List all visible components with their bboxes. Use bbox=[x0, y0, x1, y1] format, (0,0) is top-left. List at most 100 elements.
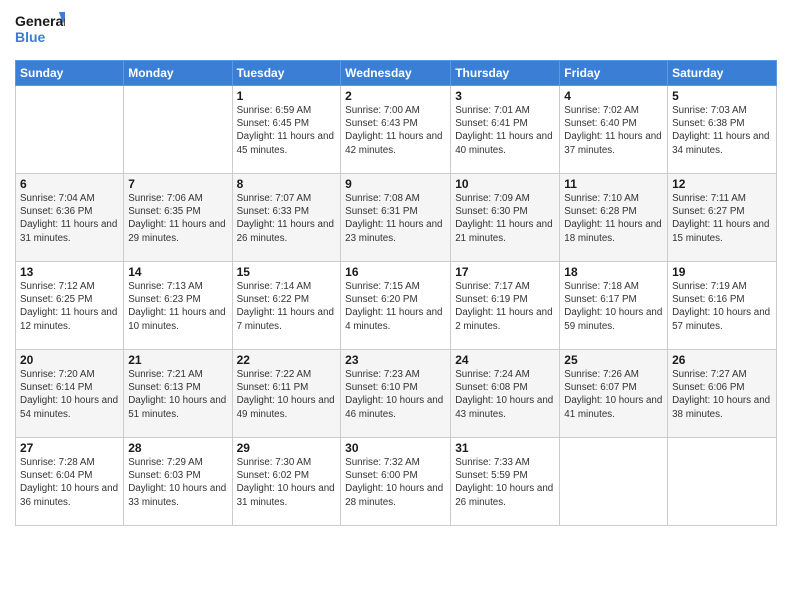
calendar-cell: 4Sunrise: 7:02 AM Sunset: 6:40 PM Daylig… bbox=[560, 86, 668, 174]
day-info: Sunrise: 7:00 AM Sunset: 6:43 PM Dayligh… bbox=[345, 104, 446, 157]
day-number: 5 bbox=[672, 89, 772, 103]
day-info: Sunrise: 6:59 AM Sunset: 6:45 PM Dayligh… bbox=[237, 104, 337, 157]
day-info: Sunrise: 7:12 AM Sunset: 6:25 PM Dayligh… bbox=[20, 280, 119, 333]
day-number: 4 bbox=[564, 89, 663, 103]
day-info: Sunrise: 7:10 AM Sunset: 6:28 PM Dayligh… bbox=[564, 192, 663, 245]
calendar-cell: 20Sunrise: 7:20 AM Sunset: 6:14 PM Dayli… bbox=[16, 350, 124, 438]
day-number: 30 bbox=[345, 441, 446, 455]
day-info: Sunrise: 7:17 AM Sunset: 6:19 PM Dayligh… bbox=[455, 280, 555, 333]
day-info: Sunrise: 7:24 AM Sunset: 6:08 PM Dayligh… bbox=[455, 368, 555, 421]
day-info: Sunrise: 7:26 AM Sunset: 6:07 PM Dayligh… bbox=[564, 368, 663, 421]
day-number: 27 bbox=[20, 441, 119, 455]
day-info: Sunrise: 7:33 AM Sunset: 5:59 PM Dayligh… bbox=[455, 456, 555, 509]
day-number: 26 bbox=[672, 353, 772, 367]
svg-text:Blue: Blue bbox=[15, 29, 46, 45]
day-number: 1 bbox=[237, 89, 337, 103]
day-info: Sunrise: 7:32 AM Sunset: 6:00 PM Dayligh… bbox=[345, 456, 446, 509]
day-number: 13 bbox=[20, 265, 119, 279]
calendar-cell: 3Sunrise: 7:01 AM Sunset: 6:41 PM Daylig… bbox=[451, 86, 560, 174]
day-number: 11 bbox=[564, 177, 663, 191]
calendar-cell: 28Sunrise: 7:29 AM Sunset: 6:03 PM Dayli… bbox=[124, 438, 232, 526]
day-info: Sunrise: 7:14 AM Sunset: 6:22 PM Dayligh… bbox=[237, 280, 337, 333]
day-info: Sunrise: 7:11 AM Sunset: 6:27 PM Dayligh… bbox=[672, 192, 772, 245]
calendar-cell: 6Sunrise: 7:04 AM Sunset: 6:36 PM Daylig… bbox=[16, 174, 124, 262]
calendar-cell: 12Sunrise: 7:11 AM Sunset: 6:27 PM Dayli… bbox=[668, 174, 777, 262]
day-info: Sunrise: 7:01 AM Sunset: 6:41 PM Dayligh… bbox=[455, 104, 555, 157]
day-number: 16 bbox=[345, 265, 446, 279]
calendar-cell bbox=[668, 438, 777, 526]
calendar-cell: 7Sunrise: 7:06 AM Sunset: 6:35 PM Daylig… bbox=[124, 174, 232, 262]
day-info: Sunrise: 7:03 AM Sunset: 6:38 PM Dayligh… bbox=[672, 104, 772, 157]
header-day-friday: Friday bbox=[560, 61, 668, 86]
header: General Blue bbox=[15, 10, 777, 52]
header-day-thursday: Thursday bbox=[451, 61, 560, 86]
calendar-cell: 27Sunrise: 7:28 AM Sunset: 6:04 PM Dayli… bbox=[16, 438, 124, 526]
calendar-cell: 31Sunrise: 7:33 AM Sunset: 5:59 PM Dayli… bbox=[451, 438, 560, 526]
day-number: 20 bbox=[20, 353, 119, 367]
day-number: 21 bbox=[128, 353, 227, 367]
week-row-5: 27Sunrise: 7:28 AM Sunset: 6:04 PM Dayli… bbox=[16, 438, 777, 526]
logo: General Blue bbox=[15, 10, 65, 52]
week-row-3: 13Sunrise: 7:12 AM Sunset: 6:25 PM Dayli… bbox=[16, 262, 777, 350]
day-info: Sunrise: 7:07 AM Sunset: 6:33 PM Dayligh… bbox=[237, 192, 337, 245]
page: General Blue SundayMondayTuesdayWednesda… bbox=[0, 0, 792, 612]
header-day-tuesday: Tuesday bbox=[232, 61, 341, 86]
day-number: 18 bbox=[564, 265, 663, 279]
svg-text:General: General bbox=[15, 13, 65, 29]
day-number: 23 bbox=[345, 353, 446, 367]
day-number: 8 bbox=[237, 177, 337, 191]
day-info: Sunrise: 7:02 AM Sunset: 6:40 PM Dayligh… bbox=[564, 104, 663, 157]
calendar-cell: 30Sunrise: 7:32 AM Sunset: 6:00 PM Dayli… bbox=[341, 438, 451, 526]
day-number: 14 bbox=[128, 265, 227, 279]
calendar-cell: 19Sunrise: 7:19 AM Sunset: 6:16 PM Dayli… bbox=[668, 262, 777, 350]
day-number: 15 bbox=[237, 265, 337, 279]
calendar-cell: 5Sunrise: 7:03 AM Sunset: 6:38 PM Daylig… bbox=[668, 86, 777, 174]
header-row: SundayMondayTuesdayWednesdayThursdayFrid… bbox=[16, 61, 777, 86]
calendar-cell: 15Sunrise: 7:14 AM Sunset: 6:22 PM Dayli… bbox=[232, 262, 341, 350]
day-info: Sunrise: 7:08 AM Sunset: 6:31 PM Dayligh… bbox=[345, 192, 446, 245]
day-number: 24 bbox=[455, 353, 555, 367]
day-info: Sunrise: 7:06 AM Sunset: 6:35 PM Dayligh… bbox=[128, 192, 227, 245]
day-info: Sunrise: 7:30 AM Sunset: 6:02 PM Dayligh… bbox=[237, 456, 337, 509]
week-row-4: 20Sunrise: 7:20 AM Sunset: 6:14 PM Dayli… bbox=[16, 350, 777, 438]
calendar-cell: 9Sunrise: 7:08 AM Sunset: 6:31 PM Daylig… bbox=[341, 174, 451, 262]
calendar-cell: 8Sunrise: 7:07 AM Sunset: 6:33 PM Daylig… bbox=[232, 174, 341, 262]
day-number: 12 bbox=[672, 177, 772, 191]
calendar-cell: 1Sunrise: 6:59 AM Sunset: 6:45 PM Daylig… bbox=[232, 86, 341, 174]
calendar-cell: 29Sunrise: 7:30 AM Sunset: 6:02 PM Dayli… bbox=[232, 438, 341, 526]
header-day-saturday: Saturday bbox=[668, 61, 777, 86]
calendar-cell: 10Sunrise: 7:09 AM Sunset: 6:30 PM Dayli… bbox=[451, 174, 560, 262]
calendar-cell: 17Sunrise: 7:17 AM Sunset: 6:19 PM Dayli… bbox=[451, 262, 560, 350]
calendar-cell bbox=[560, 438, 668, 526]
week-row-1: 1Sunrise: 6:59 AM Sunset: 6:45 PM Daylig… bbox=[16, 86, 777, 174]
calendar-cell bbox=[16, 86, 124, 174]
calendar-cell: 23Sunrise: 7:23 AM Sunset: 6:10 PM Dayli… bbox=[341, 350, 451, 438]
calendar-cell: 16Sunrise: 7:15 AM Sunset: 6:20 PM Dayli… bbox=[341, 262, 451, 350]
day-number: 17 bbox=[455, 265, 555, 279]
day-number: 22 bbox=[237, 353, 337, 367]
header-day-wednesday: Wednesday bbox=[341, 61, 451, 86]
day-number: 2 bbox=[345, 89, 446, 103]
week-row-2: 6Sunrise: 7:04 AM Sunset: 6:36 PM Daylig… bbox=[16, 174, 777, 262]
calendar-cell: 18Sunrise: 7:18 AM Sunset: 6:17 PM Dayli… bbox=[560, 262, 668, 350]
day-number: 7 bbox=[128, 177, 227, 191]
logo-svg: General Blue bbox=[15, 10, 65, 52]
day-number: 25 bbox=[564, 353, 663, 367]
calendar: SundayMondayTuesdayWednesdayThursdayFrid… bbox=[15, 60, 777, 526]
calendar-cell: 2Sunrise: 7:00 AM Sunset: 6:43 PM Daylig… bbox=[341, 86, 451, 174]
day-info: Sunrise: 7:13 AM Sunset: 6:23 PM Dayligh… bbox=[128, 280, 227, 333]
day-info: Sunrise: 7:19 AM Sunset: 6:16 PM Dayligh… bbox=[672, 280, 772, 333]
calendar-cell: 26Sunrise: 7:27 AM Sunset: 6:06 PM Dayli… bbox=[668, 350, 777, 438]
day-info: Sunrise: 7:04 AM Sunset: 6:36 PM Dayligh… bbox=[20, 192, 119, 245]
calendar-cell: 11Sunrise: 7:10 AM Sunset: 6:28 PM Dayli… bbox=[560, 174, 668, 262]
day-number: 29 bbox=[237, 441, 337, 455]
day-info: Sunrise: 7:29 AM Sunset: 6:03 PM Dayligh… bbox=[128, 456, 227, 509]
calendar-cell: 14Sunrise: 7:13 AM Sunset: 6:23 PM Dayli… bbox=[124, 262, 232, 350]
day-info: Sunrise: 7:15 AM Sunset: 6:20 PM Dayligh… bbox=[345, 280, 446, 333]
day-info: Sunrise: 7:22 AM Sunset: 6:11 PM Dayligh… bbox=[237, 368, 337, 421]
header-day-monday: Monday bbox=[124, 61, 232, 86]
day-info: Sunrise: 7:18 AM Sunset: 6:17 PM Dayligh… bbox=[564, 280, 663, 333]
calendar-cell: 21Sunrise: 7:21 AM Sunset: 6:13 PM Dayli… bbox=[124, 350, 232, 438]
day-number: 19 bbox=[672, 265, 772, 279]
header-day-sunday: Sunday bbox=[16, 61, 124, 86]
